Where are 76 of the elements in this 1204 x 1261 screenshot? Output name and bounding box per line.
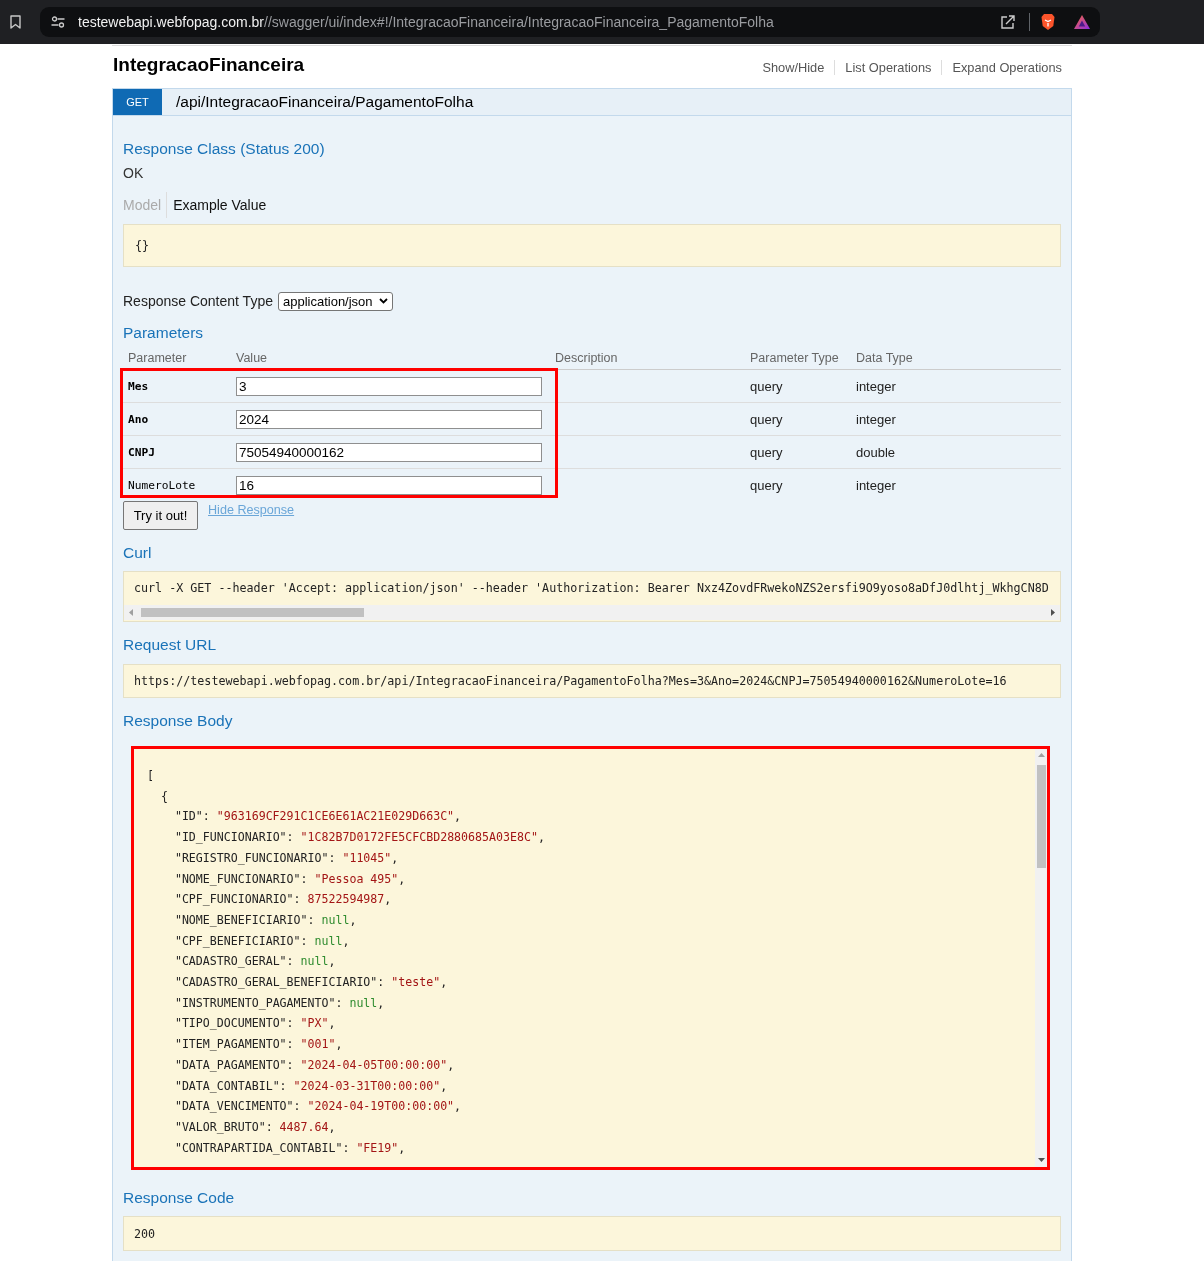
json-line: "DATA_PAGAMENTO": "2024-04-05T00:00:00", xyxy=(173,1056,455,1074)
scroll-right-icon[interactable] xyxy=(1051,609,1055,616)
url-text: testewebapi.webfopag.com.br//swagger/ui/index#!/IntegracaoFinanceira/IntegracaoFinanceira_PagamentoFolha xyxy=(78,14,775,30)
section-heading: Parameters xyxy=(123,323,204,343)
header-link[interactable]: Expand Operations xyxy=(941,59,1072,75)
request-url: https://testewebapi.webfopag.com.br/api/IntegracaoFinanceira/PagamentoFolha?Mes=3&Ano=2024&CNPJ=75054940000162&NumeroLote=16 xyxy=(123,664,1061,698)
data-type: integer xyxy=(855,378,897,396)
parameter-type: query xyxy=(749,411,784,429)
json-line: "DATA_VENCIMENTO": "2024-04-19T00:00:00", xyxy=(173,1098,462,1116)
json-line: "NOME_BENEFICIARIO": null, xyxy=(173,911,357,929)
section-heading: Response Code xyxy=(123,1188,235,1208)
scrollbar-thumb[interactable] xyxy=(1036,765,1046,868)
parameter-name: NumeroLote xyxy=(127,478,197,494)
content-type-select[interactable]: application/json xyxy=(277,291,393,311)
triangle-icon[interactable] xyxy=(1073,14,1091,30)
section-heading: Response Body xyxy=(123,711,233,731)
json-line: "REGISTRO_FUNCIONARIO": "11045", xyxy=(173,849,399,867)
json-line: { xyxy=(159,787,168,805)
header-link[interactable]: Show/Hide xyxy=(752,59,835,75)
json-line: "ID": "963169CF291C1CE6E61AC21E029D663C", xyxy=(173,808,462,826)
scroll-down-icon[interactable] xyxy=(1037,1158,1045,1162)
bookmark-icon[interactable] xyxy=(10,15,21,29)
parameter-input[interactable]: 75054940000162 xyxy=(236,443,542,462)
data-type: integer xyxy=(855,477,897,495)
address-bar[interactable]: testewebapi.webfopag.com.br//swagger/ui/index#!/IntegracaoFinanceira/IntegracaoFinanceira_PagamentoFolha xyxy=(40,7,1100,37)
scrollbar-thumb[interactable] xyxy=(141,608,364,617)
curl-command: curl -X GET --header 'Accept: application/json' --header 'Authorization: Bearer Nxz4ZovdFRwekoNZS2ersfi9O9yoso8aDfJ0dlhtj_WkhgCN8D xyxy=(133,580,1050,596)
response-tab[interactable]: Example Value xyxy=(166,192,272,218)
column-header: Description xyxy=(554,350,619,367)
json-line: "CPF_BENEFICIARIO": null, xyxy=(173,932,350,950)
parameter-name: Mes xyxy=(127,379,150,395)
json-line: "CADASTRO_GERAL": null, xyxy=(173,953,336,971)
data-type: double xyxy=(855,444,897,462)
parameter-type: query xyxy=(749,444,784,462)
sliders-icon[interactable] xyxy=(51,16,65,28)
column-header: Data Type xyxy=(855,350,914,367)
json-line: "CADASTRO_GERAL_BENEFICIARIO": "teste", xyxy=(173,974,448,992)
json-line: "INSTRUMENTO_PAGAMENTO": null, xyxy=(173,994,385,1012)
parameter-name: CNPJ xyxy=(127,445,156,461)
parameter-name: Ano xyxy=(127,412,150,428)
column-header: Parameter xyxy=(127,350,188,367)
shield-icon[interactable] xyxy=(1040,13,1056,31)
endpoint-path[interactable]: /api/IntegracaoFinanceira/PagamentoFolha xyxy=(176,89,474,115)
json-line: [ xyxy=(147,767,154,784)
try-it-out-button[interactable]: Try it out! xyxy=(123,501,198,530)
parameter-input[interactable]: 2024 xyxy=(236,410,542,429)
parameter-type: query xyxy=(749,378,784,396)
parameter-type: query xyxy=(749,477,784,495)
json-line: "CONTRAPARTIDA_CONTABIL": "FE19", xyxy=(173,1139,406,1157)
resource-title: IntegracaoFinanceira xyxy=(113,54,305,76)
response-code: 200 xyxy=(123,1216,1061,1251)
response-description: OK xyxy=(123,164,144,182)
parameter-input[interactable]: 3 xyxy=(236,377,542,396)
data-type: integer xyxy=(855,411,897,429)
section-heading: Request URL xyxy=(123,635,217,655)
header-link[interactable]: List Operations xyxy=(834,59,942,75)
column-header: Parameter Type xyxy=(749,350,840,367)
json-line: "NOME_FUNCIONARIO": "Pessoa 495", xyxy=(173,870,406,888)
json-line: "CPF_FUNCIONARIO": 87522594987, xyxy=(173,891,392,909)
json-line: "TIPO_DOCUMENTO": "PX", xyxy=(173,1015,336,1033)
json-line: "DATA_CONTABIL": "2024-03-31T00:00:00", xyxy=(173,1077,448,1095)
json-line: "ITEM_PAGAMENTO": "001", xyxy=(173,1036,343,1054)
section-heading: Curl xyxy=(123,543,152,563)
json-line: "ID_FUNCIONARIO": "1C82B7D0172FE5CFCBD2880685A03E8C", xyxy=(173,829,545,847)
method-badge: GET xyxy=(113,89,162,115)
share-icon[interactable] xyxy=(1000,14,1016,30)
scrollbar[interactable] xyxy=(1035,749,1047,1167)
json-line: "VALOR_BRUTO": 4487.64, xyxy=(173,1118,336,1136)
content-type-label: Response Content Type xyxy=(123,293,273,309)
section-heading: Response Class (Status 200) xyxy=(123,139,325,159)
column-header: Value xyxy=(235,350,269,367)
parameter-input[interactable]: 16 xyxy=(236,476,542,495)
example-code: {} xyxy=(123,224,1061,267)
chevron-down-icon xyxy=(378,298,388,304)
operation-header[interactable]: GET /api/IntegracaoFinanceira/PagamentoFolha xyxy=(112,88,1072,116)
scrollbar[interactable] xyxy=(124,605,1060,620)
